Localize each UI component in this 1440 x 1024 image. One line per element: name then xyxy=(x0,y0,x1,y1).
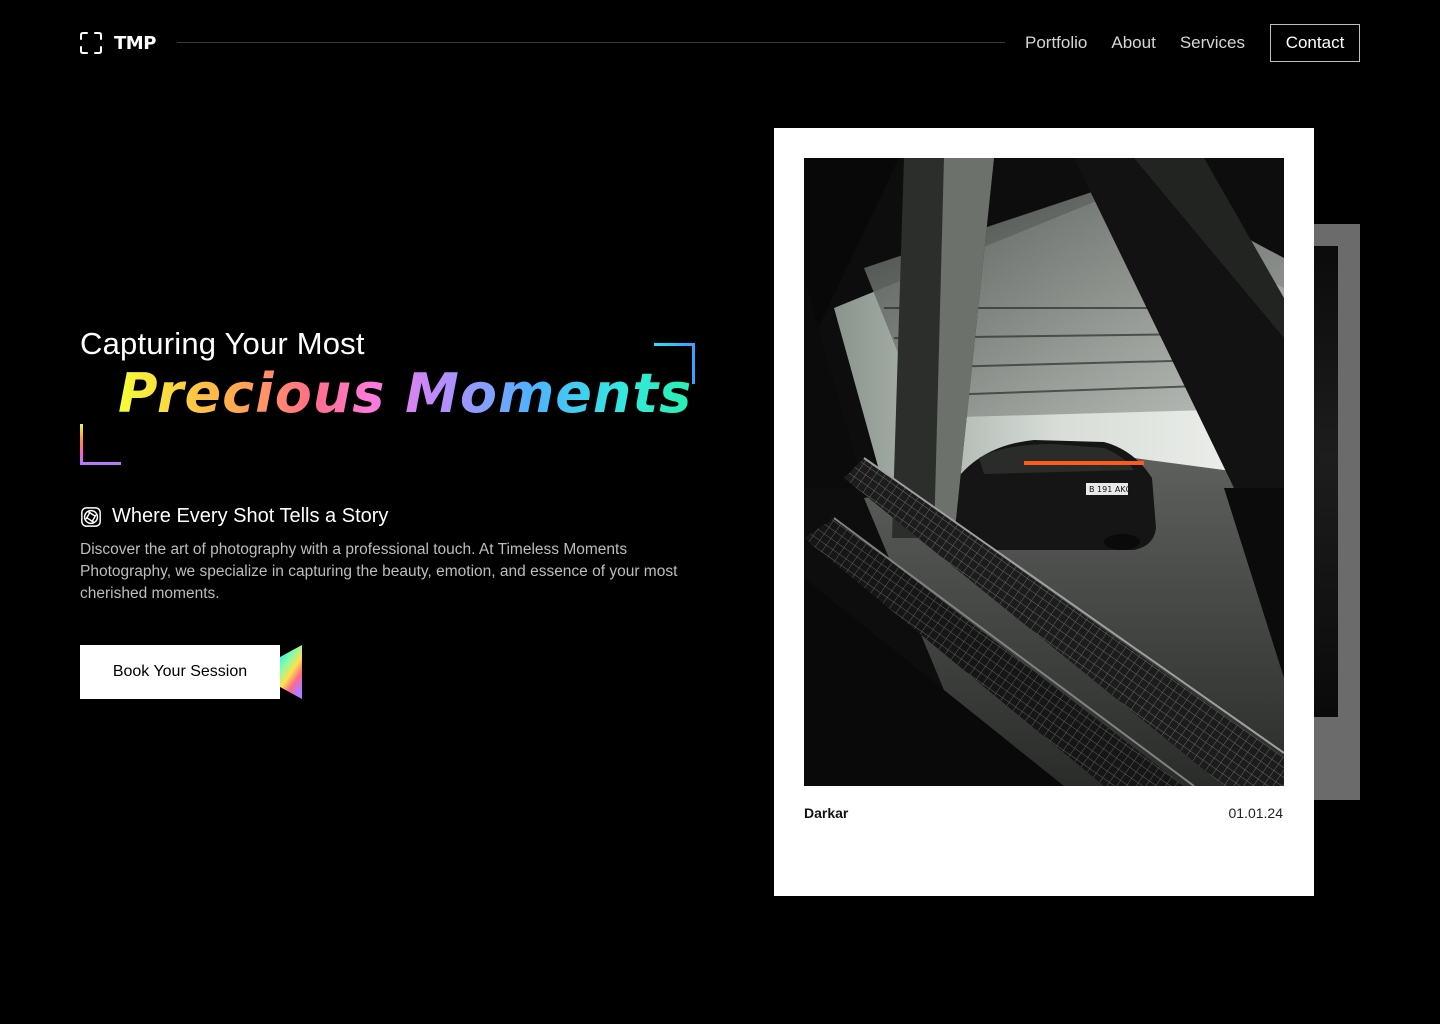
featured-photo-card[interactable]: B 191 AKG Darkar 01.01.24 xyxy=(774,128,1314,896)
brand-logo[interactable]: TMP xyxy=(80,30,156,56)
main-nav: Portfolio About Services Contact xyxy=(1025,24,1360,62)
tagline-text: Where Every Shot Tells a Story xyxy=(112,505,389,527)
corner-bracket-bottom-left xyxy=(80,424,121,465)
nav-link-about[interactable]: About xyxy=(1111,33,1155,53)
hero-title: Capturing Your Most xyxy=(80,326,365,361)
camera-aperture-icon xyxy=(80,506,102,528)
button-accent-flag xyxy=(280,645,302,699)
photo-date: 01.01.24 xyxy=(1228,805,1284,821)
hero-title-highlight: Precious Moments xyxy=(118,362,693,425)
photo-title: Darkar xyxy=(804,805,849,821)
tagline: Where Every Shot Tells a Story xyxy=(80,505,388,528)
contact-button[interactable]: Contact xyxy=(1270,24,1360,62)
license-plate-text: B 191 AKG xyxy=(1089,485,1132,494)
book-session-button[interactable]: Book Your Session xyxy=(80,645,280,699)
nav-link-portfolio[interactable]: Portfolio xyxy=(1025,33,1087,53)
brand-name: TMP xyxy=(114,32,156,54)
nav-link-services[interactable]: Services xyxy=(1180,33,1245,53)
hero-description: Discover the art of photography with a p… xyxy=(80,541,678,602)
focus-frame-icon xyxy=(80,32,102,54)
header-divider xyxy=(177,42,1005,43)
featured-photo: B 191 AKG xyxy=(804,158,1284,786)
